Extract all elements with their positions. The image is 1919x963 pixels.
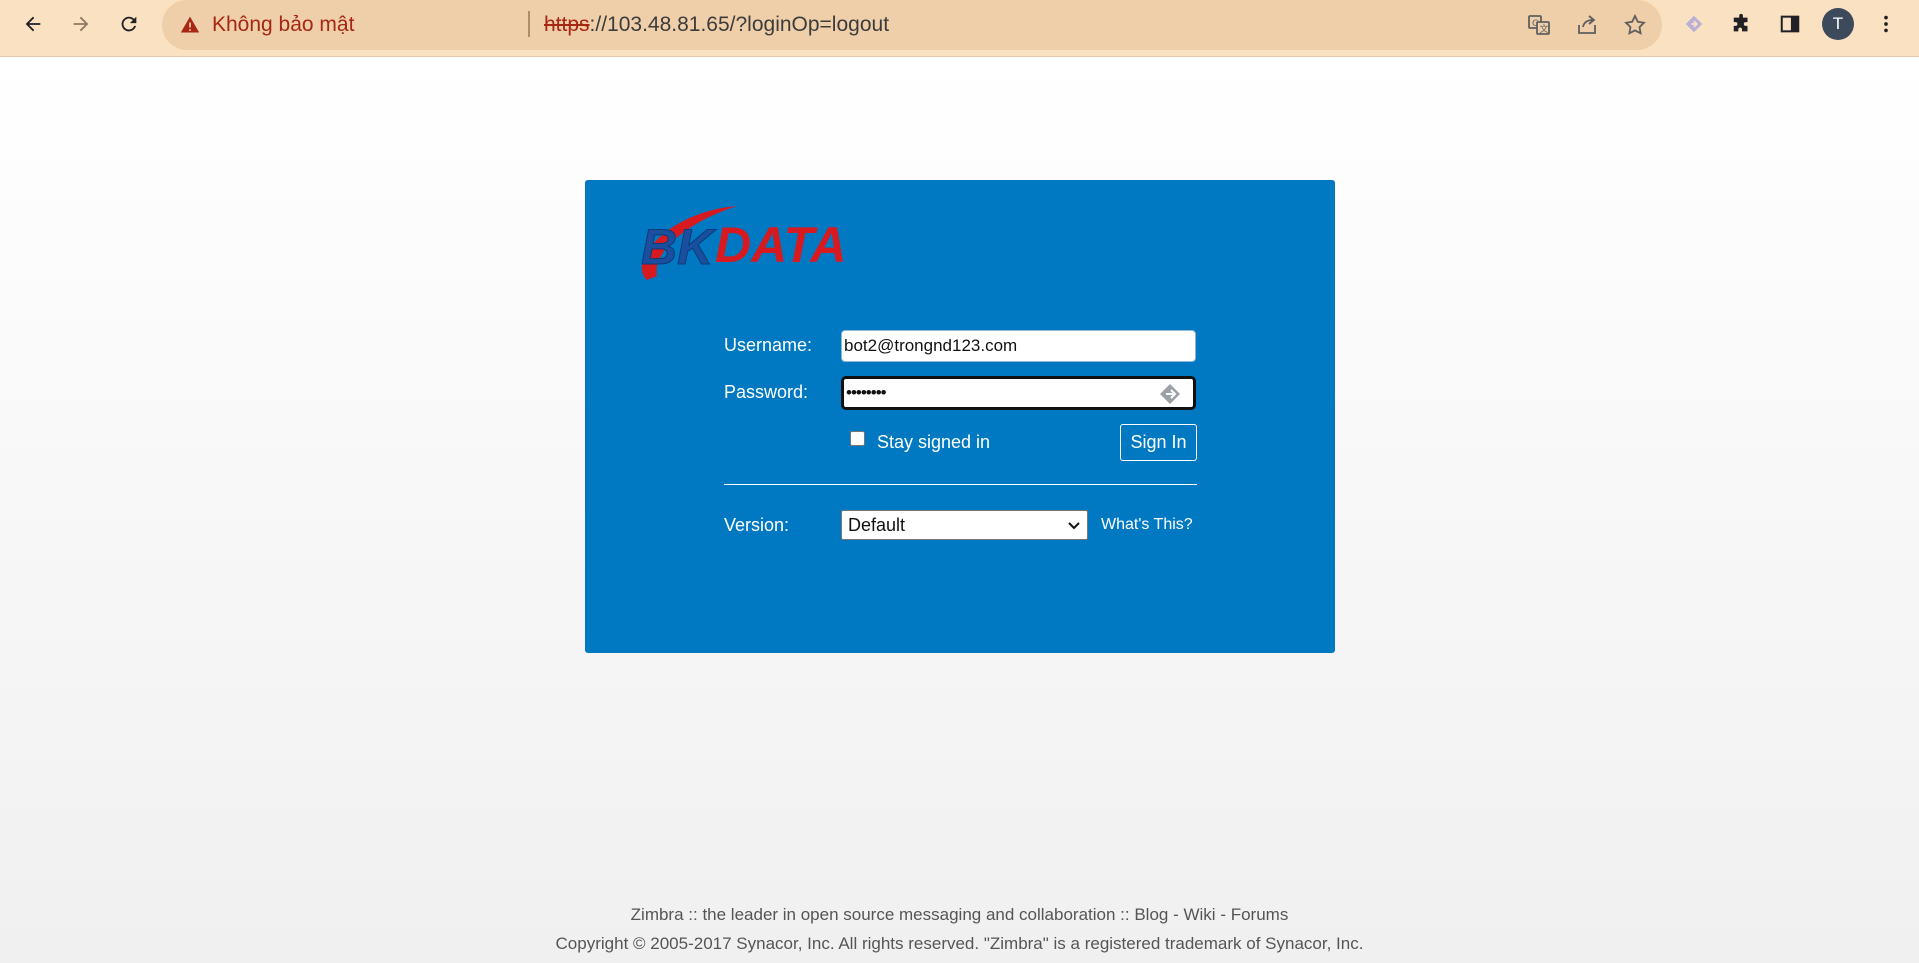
forums-link[interactable]: Forums xyxy=(1231,905,1289,924)
reload-icon[interactable] xyxy=(113,8,145,40)
password-input[interactable] xyxy=(841,376,1196,410)
stay-signed-in-checkbox[interactable] xyxy=(850,431,865,446)
svg-text:BK: BK xyxy=(641,219,717,275)
password-label: Password: xyxy=(724,382,809,402)
copyright-text: Copyright © 2005-2017 Synacor, Inc. All … xyxy=(555,934,1364,953)
forward-icon[interactable] xyxy=(65,8,97,40)
form-divider xyxy=(724,484,1197,485)
translate-icon[interactable]: G文 xyxy=(1526,12,1552,38)
url-text[interactable]: https://103.48.81.65/?loginOp=logout xyxy=(544,13,889,37)
omnibox-separator xyxy=(528,11,530,37)
side-panel-icon[interactable] xyxy=(1774,8,1806,40)
share-icon[interactable] xyxy=(1574,12,1600,38)
sign-in-button[interactable]: Sign In xyxy=(1120,424,1197,461)
bkdata-logo: BK DATA xyxy=(641,206,846,280)
stay-signed-in-label[interactable]: Stay signed in xyxy=(877,432,990,453)
address-bar[interactable]: Không bảo mật https://103.48.81.65/?logi… xyxy=(162,0,1662,50)
version-label: Version: xyxy=(724,515,790,535)
blog-link[interactable]: Blog xyxy=(1134,905,1168,924)
footer-links-line: Zimbra :: the leader in open source mess… xyxy=(630,905,1289,924)
username-input[interactable] xyxy=(841,330,1196,362)
menu-icon[interactable] xyxy=(1870,8,1902,40)
username-label: Username: xyxy=(724,335,813,355)
security-status-text[interactable]: Không bảo mật xyxy=(212,13,354,37)
url-rest: ://103.48.81.65/?loginOp=logout xyxy=(589,13,890,36)
chevron-down-icon xyxy=(1068,522,1080,530)
version-selected-value: Default xyxy=(848,515,906,535)
browser-toolbar: Không bảo mật https://103.48.81.65/?logi… xyxy=(0,0,1919,57)
svg-text:DATA: DATA xyxy=(715,217,846,273)
whats-this-link[interactable]: What's This? xyxy=(1101,516,1193,534)
svg-text:文: 文 xyxy=(1540,23,1549,35)
warning-icon[interactable] xyxy=(180,15,200,35)
version-select[interactable]: Default xyxy=(841,510,1088,540)
url-scheme: https xyxy=(544,13,590,36)
bookmark-star-icon[interactable] xyxy=(1622,12,1648,38)
profile-avatar[interactable]: T xyxy=(1822,8,1854,40)
extension-arrow-icon[interactable] xyxy=(1678,8,1710,40)
login-panel: BK DATA Username: Password: Stay signed … xyxy=(585,180,1335,653)
puzzle-icon[interactable] xyxy=(1726,8,1758,40)
password-manager-key-icon[interactable] xyxy=(1157,382,1183,406)
back-icon[interactable] xyxy=(17,8,49,40)
wiki-link[interactable]: Wiki xyxy=(1183,905,1215,924)
